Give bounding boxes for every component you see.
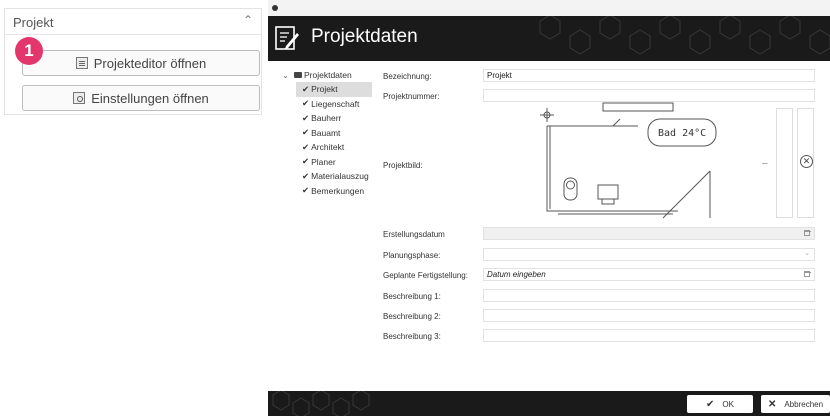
dialog-footer: ✔ OK ✕ Abbrechen [268, 391, 830, 416]
planungsphase-label: Planungsphase: [383, 251, 441, 260]
dialog-header: Projektdaten [268, 16, 830, 61]
beschreibung2-input[interactable] [483, 309, 815, 322]
project-panel: Projekt ⌃ Projekteditor öffnen Einstellu… [0, 0, 268, 416]
fertigstellung-label: Geplante Fertigstellung: [383, 271, 468, 280]
check-icon: ✔ [302, 156, 310, 167]
tree-item-liegenschaft[interactable]: ✔ Liegenschaft [296, 97, 382, 112]
folder-icon [294, 72, 302, 78]
dialog-titlebar [268, 0, 830, 16]
tree-item-label: Materialauszug [311, 171, 369, 182]
dialog-title: Projektdaten [311, 26, 418, 47]
open-project-editor-label: Projekteditor öffnen [93, 55, 207, 71]
fertigstellung-placeholder: Datum eingeben [487, 270, 546, 279]
check-icon: ✔ [302, 141, 310, 152]
projektnummer-label: Projektnummer: [383, 92, 440, 101]
open-project-editor-button[interactable]: Projekteditor öffnen [22, 50, 260, 76]
beschreibung3-label: Beschreibung 3: [383, 332, 441, 341]
bezeichnung-label: Bezeichnung: [383, 72, 432, 81]
erstellungsdatum-label: Erstellungsdatum [383, 230, 445, 239]
settings-icon [73, 92, 86, 104]
open-settings-button[interactable]: Einstellungen öffnen [22, 85, 260, 111]
check-icon: ✔ [302, 185, 310, 196]
panel-title: Projekt [13, 15, 54, 30]
plan-label: Bad 24°C [658, 128, 706, 139]
project-image[interactable]: Bad 24°C [538, 101, 748, 222]
divider [5, 34, 261, 35]
planungsphase-select[interactable]: ⌄ [483, 248, 815, 261]
tree-item-label: Architekt [311, 142, 345, 153]
check-icon: ✔ [302, 170, 310, 181]
calendar-icon[interactable] [804, 230, 811, 236]
cancel-button[interactable]: ✕ Abbrechen [761, 395, 830, 413]
bezeichnung-input[interactable]: Projekt [483, 69, 815, 82]
tree-item-bemerkungen[interactable]: ✔ Bemerkungen [296, 184, 382, 199]
tree-item-materialauszug[interactable]: ✔ Materialauszug [296, 169, 382, 184]
chevron-down-icon[interactable]: ⌄ [804, 248, 810, 259]
check-icon: ✔ [302, 127, 310, 138]
tree-item-label: Projekt [311, 84, 338, 95]
project-data-dialog: Projektdaten ⌄ Projektdaten ✔ Projekt ✔ Li… [268, 0, 830, 416]
projektbild-label: Projektbild: [383, 161, 423, 170]
editor-icon [75, 57, 88, 69]
check-icon: ✔ [302, 83, 310, 94]
collapse-chevron-icon[interactable]: ⌃ [243, 13, 253, 27]
tree-item-projekt[interactable]: ✔ Projekt [296, 82, 372, 97]
app-icon [272, 5, 278, 11]
open-settings-label: Einstellungen öffnen [91, 90, 209, 106]
tree-item-label: Bauamt [311, 127, 341, 138]
ok-button[interactable]: ✔ OK [687, 395, 753, 413]
project-panel-box: Projekt ⌃ Projekteditor öffnen Einstellu… [4, 8, 262, 115]
tree-root[interactable]: ⌄ Projektdaten [282, 68, 382, 82]
cancel-label: Abbrechen [784, 399, 824, 409]
beschreibung1-label: Beschreibung 1: [383, 292, 441, 301]
close-icon: ✕ [767, 398, 777, 410]
header-hex-pattern [539, 16, 830, 55]
check-icon: ✔ [302, 112, 310, 123]
clear-image-button[interactable]: ✕ [800, 155, 813, 168]
ok-label: OK [722, 399, 734, 409]
image-preview-strip [776, 108, 793, 218]
tree-item-bauamt[interactable]: ✔ Bauamt [296, 126, 382, 141]
erstellungsdatum-input[interactable] [483, 227, 815, 240]
tree-item-architekt[interactable]: ✔ Architekt [296, 140, 382, 155]
check-icon: ✔ [706, 398, 715, 410]
tree-item-bauherr[interactable]: ✔ Bauherr [296, 111, 382, 126]
beschreibung3-input[interactable] [483, 329, 815, 342]
chevron-down-icon[interactable]: ⌄ [282, 71, 294, 80]
tree-item-planer[interactable]: ✔ Planer [296, 155, 382, 170]
navigation-tree: ⌄ Projektdaten ✔ Projekt ✔ Liegenschaft ✔ B… [282, 68, 382, 198]
beschreibung2-label: Beschreibung 2: [383, 312, 441, 321]
minus-icon: – [762, 158, 768, 169]
tree-item-label: Bemerkungen [311, 185, 365, 196]
tree-root-label: Projektdaten [304, 70, 352, 80]
step-badge: 1 [15, 37, 43, 65]
check-icon: ✔ [302, 98, 310, 109]
close-icon: ✕ [802, 156, 811, 166]
fertigstellung-input[interactable]: Datum eingeben [483, 268, 815, 281]
calendar-icon[interactable] [804, 271, 811, 277]
tree-items: ✔ Projekt ✔ Liegenschaft ✔ Bauherr ✔ Bauamt … [296, 82, 382, 198]
footer-hex-pattern [272, 391, 370, 416]
beschreibung1-input[interactable] [483, 289, 815, 302]
tree-item-label: Planer [311, 156, 336, 167]
tree-item-label: Bauherr [311, 113, 342, 124]
edit-document-icon [275, 26, 299, 50]
tree-item-label: Liegenschaft [311, 98, 360, 109]
